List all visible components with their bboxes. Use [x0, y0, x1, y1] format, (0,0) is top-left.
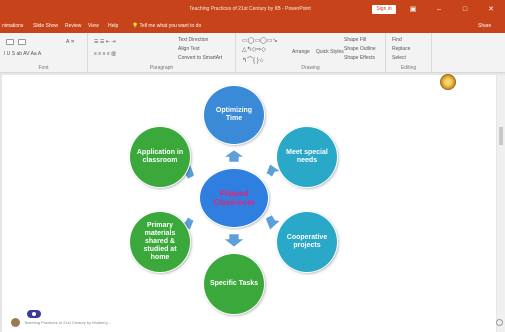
corner-settings-icon[interactable] — [496, 319, 503, 326]
arrow-to-specific-icon — [223, 233, 245, 248]
avatar — [11, 318, 20, 327]
pill-dot-icon — [32, 312, 36, 316]
node-specific-tasks[interactable]: Specific Tasks — [204, 254, 264, 314]
node-primary-materials[interactable]: Primary materials shared & studied at ho… — [130, 212, 190, 272]
video-control-pill[interactable] — [27, 310, 41, 318]
footer-text: Teaching Practices of 21st Century by Mu… — [24, 320, 111, 325]
node-optimizing-time[interactable]: Optimizing Time — [204, 86, 264, 144]
node-flipped-classroom[interactable]: Flipped Classroom — [200, 169, 268, 227]
powerpoint-window: Teaching Practices of 21st Century by II… — [0, 0, 505, 332]
node-application-classroom[interactable]: Application in classroom — [130, 127, 190, 187]
node-cooperative-projects[interactable]: Cooperative projects — [277, 212, 337, 272]
arrow-to-optimizing-icon — [223, 149, 245, 163]
arrow-to-cooperative-icon — [265, 214, 281, 231]
node-meet-special-needs[interactable]: Meet special needs — [277, 127, 337, 187]
